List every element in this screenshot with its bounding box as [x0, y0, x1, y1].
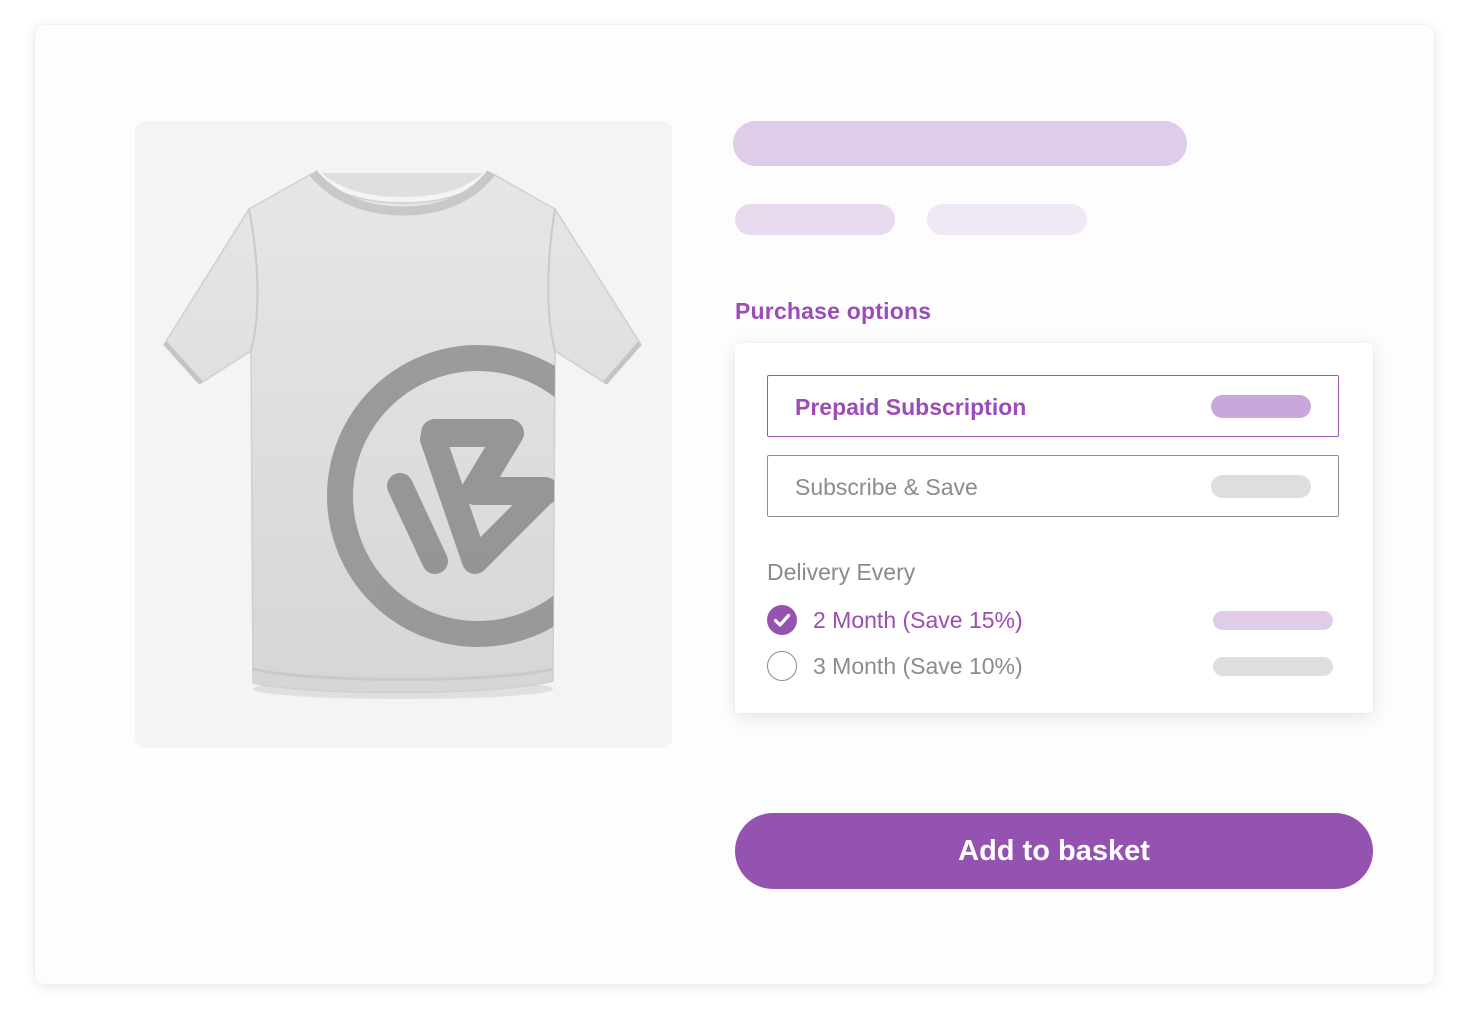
- frequency-option-3-month[interactable]: 3 Month (Save 10%): [767, 651, 1333, 683]
- frequency-option-2-month[interactable]: 2 Month (Save 15%): [767, 605, 1333, 637]
- title-placeholder: [733, 121, 1187, 166]
- checkmark-icon[interactable]: [767, 605, 797, 635]
- meta-placeholder-2: [927, 204, 1087, 235]
- meta-placeholder-1: [735, 204, 895, 235]
- option-label: Prepaid Subscription: [795, 394, 1027, 420]
- option-subscribe-save[interactable]: Subscribe & Save: [767, 455, 1339, 517]
- delivery-every-label: Delivery Every: [767, 559, 916, 585]
- option-prepaid-subscription[interactable]: Prepaid Subscription: [767, 375, 1339, 437]
- tshirt-image: [163, 170, 642, 699]
- price-placeholder: [1211, 475, 1311, 498]
- frequency-label: 3 Month (Save 10%): [813, 653, 1023, 679]
- purchase-options-heading: Purchase options: [735, 298, 932, 324]
- price-placeholder: [1211, 395, 1311, 418]
- price-placeholder: [1213, 611, 1333, 630]
- option-label: Subscribe & Save: [795, 474, 978, 500]
- frequency-label: 2 Month (Save 15%): [813, 607, 1023, 633]
- product-image: [135, 121, 672, 748]
- price-placeholder: [1213, 657, 1333, 676]
- add-to-basket-button[interactable]: Add to basket: [735, 813, 1373, 889]
- purchase-options-panel: Prepaid Subscription Subscribe & Save De…: [735, 343, 1373, 713]
- radio-icon[interactable]: [767, 651, 797, 681]
